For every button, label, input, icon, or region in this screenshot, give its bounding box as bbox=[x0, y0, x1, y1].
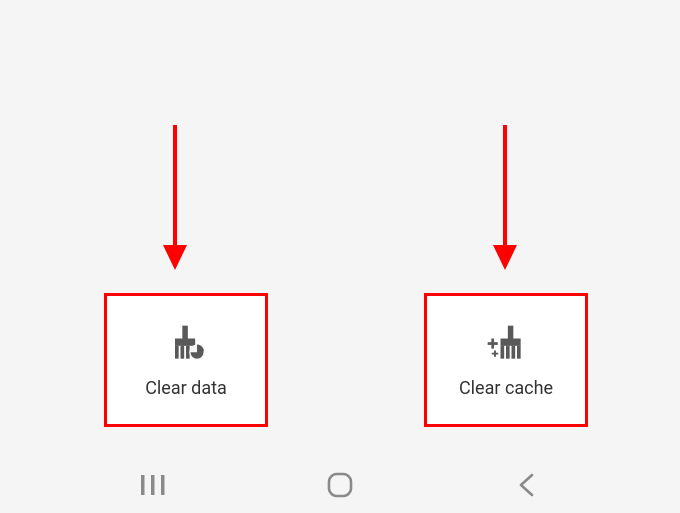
clear-cache-button[interactable]: Clear cache bbox=[427, 296, 585, 424]
clear-data-icon bbox=[164, 322, 208, 366]
home-icon bbox=[327, 472, 353, 498]
clear-data-label: Clear data bbox=[145, 378, 227, 399]
clear-cache-label: Clear cache bbox=[459, 378, 553, 399]
annotation-arrow-left bbox=[160, 125, 190, 270]
nav-recents-button[interactable] bbox=[123, 465, 183, 505]
annotation-box-clear-data: Clear data bbox=[104, 293, 268, 427]
annotation-arrow-right bbox=[490, 125, 520, 270]
recents-icon bbox=[139, 474, 167, 496]
nav-home-button[interactable] bbox=[310, 465, 370, 505]
android-nav-bar bbox=[0, 457, 680, 513]
clear-cache-icon bbox=[484, 322, 528, 366]
annotation-box-clear-cache: Clear cache bbox=[424, 293, 588, 427]
nav-back-button[interactable] bbox=[497, 465, 557, 505]
clear-data-button[interactable]: Clear data bbox=[107, 296, 265, 424]
back-icon bbox=[517, 473, 537, 497]
